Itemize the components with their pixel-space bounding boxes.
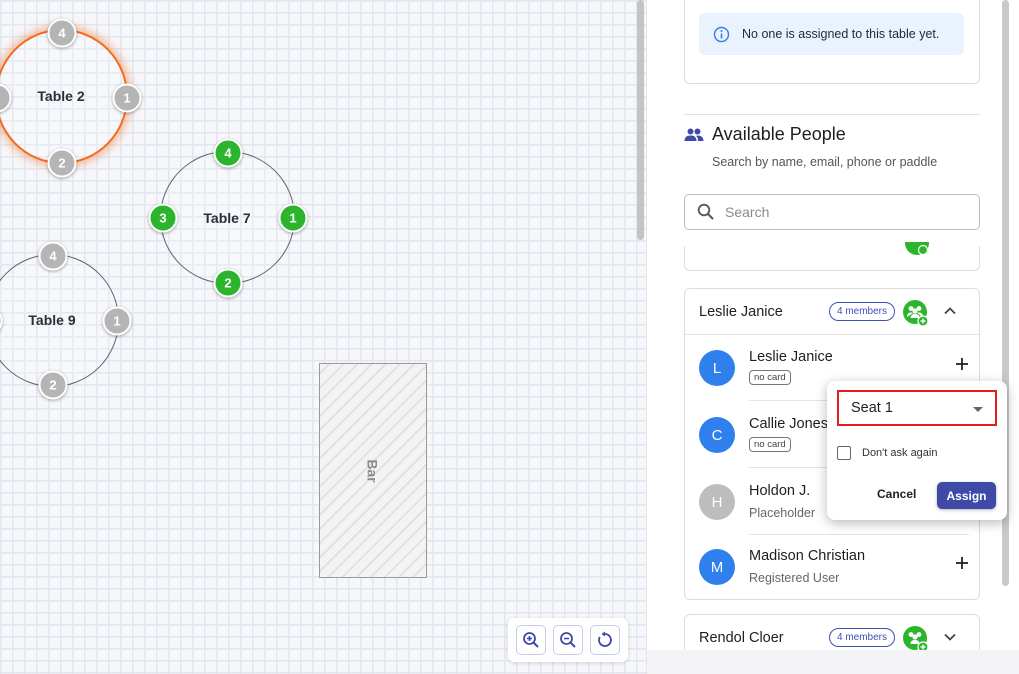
card-status-chip: no card	[749, 437, 791, 452]
seat-assign-popover: Seat 1 Don't ask again Cancel Assign	[827, 381, 1007, 520]
bar-label: Bar	[364, 458, 381, 483]
info-icon	[713, 26, 730, 42]
avatar: C	[699, 417, 735, 453]
add-person-button[interactable]	[955, 556, 969, 575]
zoom-in-icon	[522, 632, 539, 648]
table-9-label: Table 9	[28, 312, 76, 328]
table-2-seat-1[interactable]: 1	[112, 83, 142, 113]
reset-view-button[interactable]	[590, 625, 621, 655]
table-assignment-card: No one is assigned to this table yet.	[684, 0, 980, 84]
collapse-button[interactable]	[942, 303, 958, 324]
chevron-up-icon	[944, 307, 956, 315]
group-add-icon	[903, 300, 929, 327]
section-divider	[684, 114, 980, 115]
zoom-out-icon	[560, 632, 576, 648]
canvas-scrollbar[interactable]	[637, 0, 644, 240]
person-subtitle: Placeholder	[749, 506, 816, 520]
avatar: H	[699, 484, 735, 520]
avatar: L	[699, 350, 735, 386]
info-message: No one is assigned to this table yet.	[742, 27, 940, 41]
dont-ask-again-option[interactable]: Don't ask again	[837, 446, 937, 460]
table-7-seat-4[interactable]: 4	[213, 138, 243, 168]
plus-icon	[956, 358, 968, 370]
person-name: Callie Jones	[749, 416, 828, 432]
group-add-icon	[905, 242, 929, 255]
group-name: Leslie Janice	[699, 304, 783, 320]
dont-ask-again-label: Don't ask again	[862, 447, 938, 459]
group-card-previous[interactable]	[684, 242, 980, 271]
dropdown-caret-icon	[973, 407, 983, 412]
search-input[interactable]	[723, 203, 963, 221]
available-people-title: Available People	[712, 124, 846, 144]
person-row[interactable]: M Madison Christian Registered User	[699, 534, 969, 600]
zoom-controls	[508, 618, 628, 662]
available-people-header: Available People	[684, 124, 846, 145]
seat-select-value: Seat 1	[851, 400, 893, 416]
plus-icon	[956, 557, 968, 569]
panel-footer-strip	[647, 650, 1019, 674]
floor-plan-canvas[interactable]: Table 2 4 1 2 Table 7 4 1 2 3 Table 9 4 …	[0, 0, 646, 674]
dont-ask-again-checkbox[interactable]	[837, 446, 851, 460]
search-field[interactable]	[684, 194, 980, 230]
zoom-out-button[interactable]	[552, 625, 583, 655]
table-2-seat-2[interactable]: 2	[47, 148, 77, 178]
person-name: Madison Christian	[749, 548, 866, 564]
available-people-subtitle: Search by name, email, phone or paddle	[712, 155, 938, 169]
card-status-chip: no card	[749, 370, 791, 385]
info-alert: No one is assigned to this table yet.	[699, 13, 964, 55]
seat-select[interactable]: Seat 1	[837, 390, 997, 426]
cancel-button[interactable]: Cancel	[877, 487, 916, 501]
table-7-seat-3[interactable]: 3	[148, 203, 178, 233]
members-badge: 4 members	[829, 628, 896, 647]
person-name: Holdon J.	[749, 483, 811, 499]
table-7-label: Table 7	[203, 210, 251, 226]
table-7-seat-1[interactable]: 1	[278, 203, 308, 233]
group-header[interactable]: Leslie Janice 4 members	[685, 289, 979, 335]
avatar: M	[699, 549, 735, 585]
table-2-label: Table 2	[37, 88, 85, 104]
reset-view-icon	[598, 631, 613, 647]
members-badge: 4 members	[829, 302, 896, 321]
search-icon	[697, 203, 714, 220]
person-name: Leslie Janice	[749, 349, 833, 365]
zoom-in-button[interactable]	[515, 625, 546, 655]
group-name: Rendol Cloer	[699, 630, 784, 646]
people-icon	[684, 128, 704, 141]
assignment-panel: No one is assigned to this table yet. Av…	[646, 0, 1019, 674]
table-7-seat-2[interactable]: 2	[213, 268, 243, 298]
add-person-button[interactable]	[955, 357, 969, 376]
expand-button[interactable]	[942, 629, 958, 650]
group-add-button[interactable]	[902, 300, 930, 333]
table-9-seat-1[interactable]: 1	[102, 306, 132, 336]
table-9-seat-4[interactable]: 4	[38, 241, 68, 271]
chevron-down-icon	[944, 633, 956, 641]
table-9-seat-2[interactable]: 2	[38, 370, 68, 400]
person-subtitle: Registered User	[749, 571, 840, 585]
bar-area[interactable]: Bar	[319, 363, 427, 578]
assign-button[interactable]: Assign	[937, 482, 996, 509]
table-2-seat-4[interactable]: 4	[47, 18, 77, 48]
